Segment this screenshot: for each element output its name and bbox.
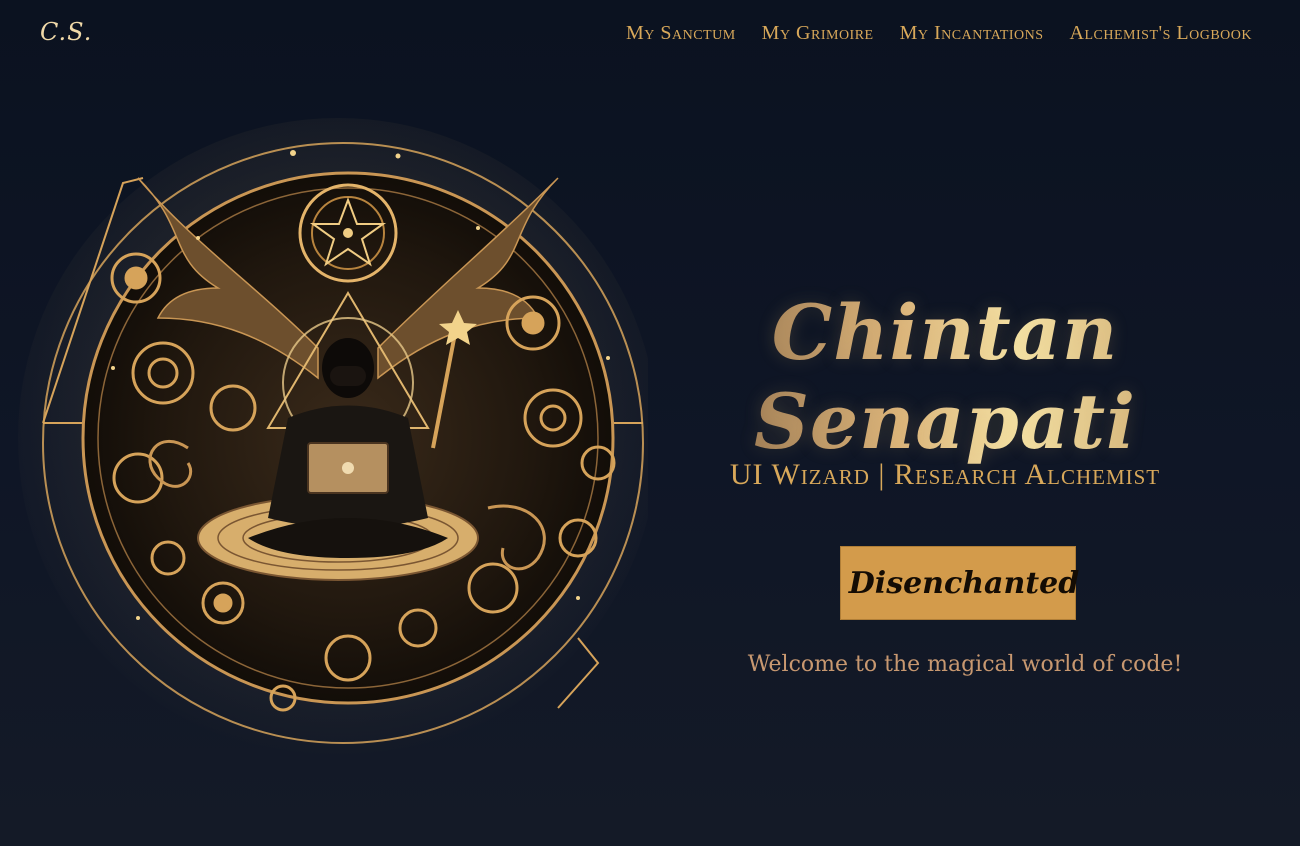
nav-my-grimoire[interactable]: My Grimoire (762, 22, 874, 45)
nav-alchemists-logbook[interactable]: Alchemist's Logbook (1070, 22, 1252, 45)
hero-illustration (18, 118, 648, 758)
nav-my-incantations[interactable]: My Incantations (900, 22, 1044, 45)
hero-name: Chintan Senapati (700, 288, 1190, 466)
hero-subtitle: UI Wizard | Research Alchemist (729, 458, 1161, 491)
welcome-message: Welcome to the magical world of code! (747, 652, 1183, 677)
theme-toggle-button[interactable]: Disenchanted (840, 546, 1080, 620)
site-logo[interactable]: C.S. (40, 18, 92, 46)
main-nav: My Sanctum My Grimoire My Incantations A… (626, 22, 1252, 45)
theme-toggle-label: Disenchanted (848, 565, 1080, 601)
nav-my-sanctum[interactable]: My Sanctum (626, 22, 736, 45)
